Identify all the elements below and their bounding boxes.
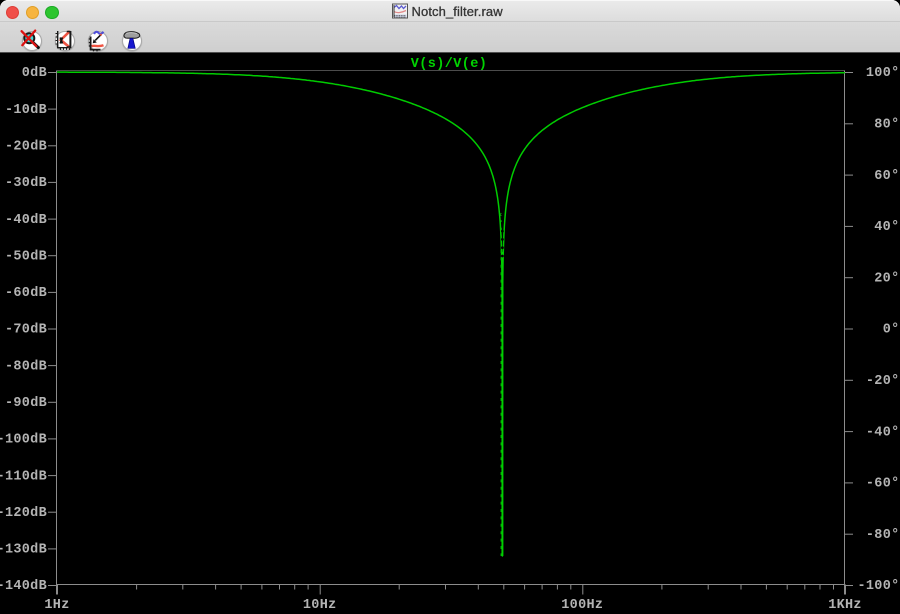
svg-text:-110dB: -110dB — [0, 469, 47, 484]
svg-text:-120dB: -120dB — [0, 506, 47, 521]
svg-text:60°: 60° — [874, 169, 899, 184]
svg-text:1Hz: 1Hz — [44, 598, 69, 613]
svg-text:-80dB: -80dB — [5, 359, 47, 374]
svg-text:10Hz: 10Hz — [303, 598, 337, 613]
svg-text:40°: 40° — [874, 220, 899, 235]
svg-text:-130dB: -130dB — [0, 543, 47, 558]
svg-text:-100dB: -100dB — [0, 433, 47, 448]
svg-text:100Hz: 100Hz — [561, 598, 603, 613]
svg-text:-80°: -80° — [866, 528, 900, 543]
svg-text:-20dB: -20dB — [5, 140, 47, 155]
svg-text:-60dB: -60dB — [5, 286, 47, 301]
svg-text:1KHz: 1KHz — [828, 598, 862, 613]
svg-text:-90dB: -90dB — [5, 396, 47, 411]
svg-text:-50dB: -50dB — [5, 249, 47, 264]
svg-text:100°: 100° — [866, 66, 900, 81]
svg-text:-60°: -60° — [866, 477, 900, 492]
svg-text:V(s)/V(e): V(s)/V(e) — [411, 57, 488, 72]
svg-text:-40dB: -40dB — [5, 213, 47, 228]
svg-text:-40°: -40° — [866, 425, 900, 440]
svg-text:0dB: 0dB — [22, 66, 47, 81]
svg-text:-30dB: -30dB — [5, 176, 47, 191]
svg-text:0°: 0° — [883, 323, 900, 338]
svg-text:-100°: -100° — [857, 579, 899, 594]
svg-text:80°: 80° — [874, 118, 899, 133]
svg-text:-70dB: -70dB — [5, 323, 47, 338]
svg-text:20°: 20° — [874, 271, 899, 286]
svg-text:-10dB: -10dB — [5, 103, 47, 118]
svg-text:-20°: -20° — [866, 374, 900, 389]
svg-text:-140dB: -140dB — [0, 579, 47, 594]
